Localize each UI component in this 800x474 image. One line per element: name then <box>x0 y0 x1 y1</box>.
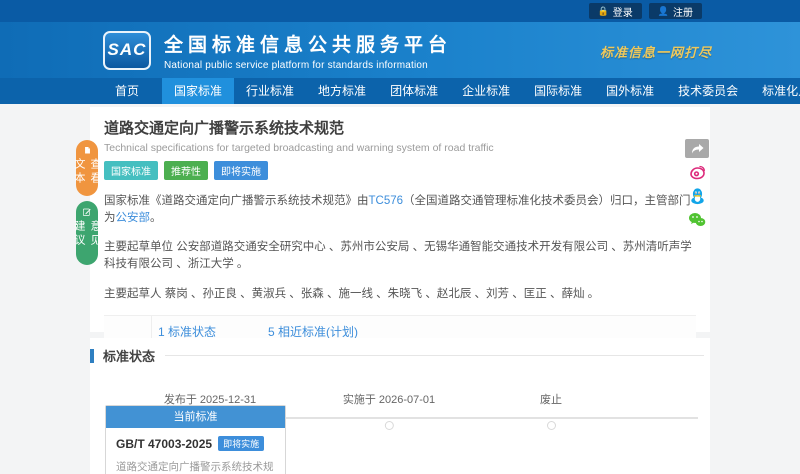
drafting-units-paragraph: 主要起草单位 公安部道路交通安全研究中心 、苏州市公安局 、无锡华通智能交通技术… <box>104 241 692 271</box>
nav-item-standardization-talent[interactable]: 标准化人才 <box>750 78 800 104</box>
section-accent-bar <box>90 348 94 363</box>
user-icon: 👤 <box>657 5 669 16</box>
timeline-dot-implemented <box>384 421 394 430</box>
section-divider-line <box>165 355 704 356</box>
edit-icon <box>83 208 91 216</box>
summary-paragraph: 国家标准《道路交通定向广播警示系统技术规范》由TC576（全国道路交通管理标准化… <box>104 193 696 226</box>
tc-link[interactable]: TC576 <box>369 195 404 207</box>
share-icon[interactable] <box>685 139 709 158</box>
current-standard-body: GB/T 47003-2025 即将实施 道路交通定向广播警示系统技术规范 <box>106 428 285 474</box>
current-standard-header[interactable]: 当前标准 <box>106 406 285 428</box>
feedback-label: 意见建议 <box>73 219 101 248</box>
register-button[interactable]: 👤 注册 <box>648 3 702 19</box>
badge-recommended: 推荐性 <box>164 161 208 180</box>
status-section-header: 标准状态 <box>90 338 710 365</box>
nav-item-foreign-standards[interactable]: 国外标准 <box>594 78 666 104</box>
view-text-button[interactable]: 查看文本 <box>73 140 101 196</box>
current-standard-name: 道路交通定向广播警示系统技术规范 <box>116 461 274 473</box>
login-button[interactable]: 🔒 登录 <box>588 3 642 19</box>
current-standard-code-row: GB/T 47003-2025 即将实施 <box>116 436 275 451</box>
standard-title-en: Technical specifications for targeted br… <box>104 142 494 154</box>
drafters-paragraph: 主要起草人 蔡岗 、孙正良 、黄淑兵 、张森 、施一线 、朱晓飞 、赵北辰 、刘… <box>104 287 600 300</box>
qq-icon[interactable] <box>687 186 707 206</box>
header-slogan: 标准信息一网打尽 <box>599 46 712 61</box>
timeline-label-implemented: 实施于 2026-07-01 <box>342 394 436 406</box>
login-label: 登录 <box>612 7 633 19</box>
standard-detail-card: 道路交通定向广播警示系统技术规范 Technical specification… <box>90 107 710 406</box>
nav-item-technical-committees[interactable]: 技术委员会 <box>666 78 750 104</box>
status-section-title: 标准状态 <box>103 349 156 364</box>
timeline-stop-abolished: 废止 <box>540 391 562 430</box>
standard-badges: 国家标准 推荐性 即将实施 <box>104 161 696 180</box>
document-icon <box>84 147 90 154</box>
feedback-button[interactable]: 意见建议 <box>73 201 101 265</box>
nav-item-enterprise-standards[interactable]: 企业标准 <box>450 78 522 104</box>
summary-prefix: 国家标准《道路交通定向广播警示系统技术规范》由 <box>104 195 369 207</box>
weibo-icon[interactable] <box>687 162 707 182</box>
badge-national-standard: 国家标准 <box>104 161 158 180</box>
badge-upcoming: 即将实施 <box>214 161 268 180</box>
nav-item-group-standards[interactable]: 团体标准 <box>378 78 450 104</box>
nav-item-local-standards[interactable]: 地方标准 <box>306 78 378 104</box>
timeline-label-abolished: 废止 <box>540 394 562 406</box>
current-standard-badge: 即将实施 <box>218 436 265 451</box>
nav-item-international-standards[interactable]: 国际标准 <box>522 78 594 104</box>
nav-item-industry-standards[interactable]: 行业标准 <box>234 78 306 104</box>
timeline-stop-implemented: 实施于 2026-07-01 <box>343 391 435 430</box>
current-standard-card: 当前标准 GB/T 47003-2025 即将实施 道路交通定向广播警示系统技术… <box>105 405 286 474</box>
timeline-dot-abolished <box>546 421 556 430</box>
site-header: SAC 全国标准信息公共服务平台 National public service… <box>0 22 800 78</box>
summary-suffix: 。 <box>150 211 162 224</box>
standard-title: 道路交通定向广播警示系统技术规范 <box>104 120 345 137</box>
sac-logo[interactable]: SAC <box>103 30 151 70</box>
wechat-icon[interactable] <box>687 210 707 230</box>
standard-status-card: 标准状态 发布于 2025-12-31 实施于 2026-07-01 废止 当前… <box>90 338 710 474</box>
site-title: 全国标准信息公共服务平台 <box>164 34 453 56</box>
main-nav: 首页 国家标准 行业标准 地方标准 团体标准 企业标准 国际标准 国外标准 技术… <box>0 78 800 104</box>
site-title-group: 全国标准信息公共服务平台 National public service pla… <box>164 30 452 71</box>
nav-item-home[interactable]: 首页 <box>103 78 151 104</box>
current-standard-code: GB/T 47003-2025 <box>116 436 213 451</box>
site-subtitle: National public service platform for sta… <box>164 59 428 71</box>
department-link[interactable]: 公安部 <box>116 212 151 224</box>
register-label: 注册 <box>673 7 693 19</box>
view-text-label: 查看文本 <box>73 157 101 186</box>
share-toolbar <box>684 139 710 230</box>
top-utility-bar: 🔒 登录 👤 注册 <box>0 0 800 22</box>
lock-icon: 🔒 <box>597 5 609 16</box>
nav-item-national-standards[interactable]: 国家标准 <box>162 78 235 104</box>
